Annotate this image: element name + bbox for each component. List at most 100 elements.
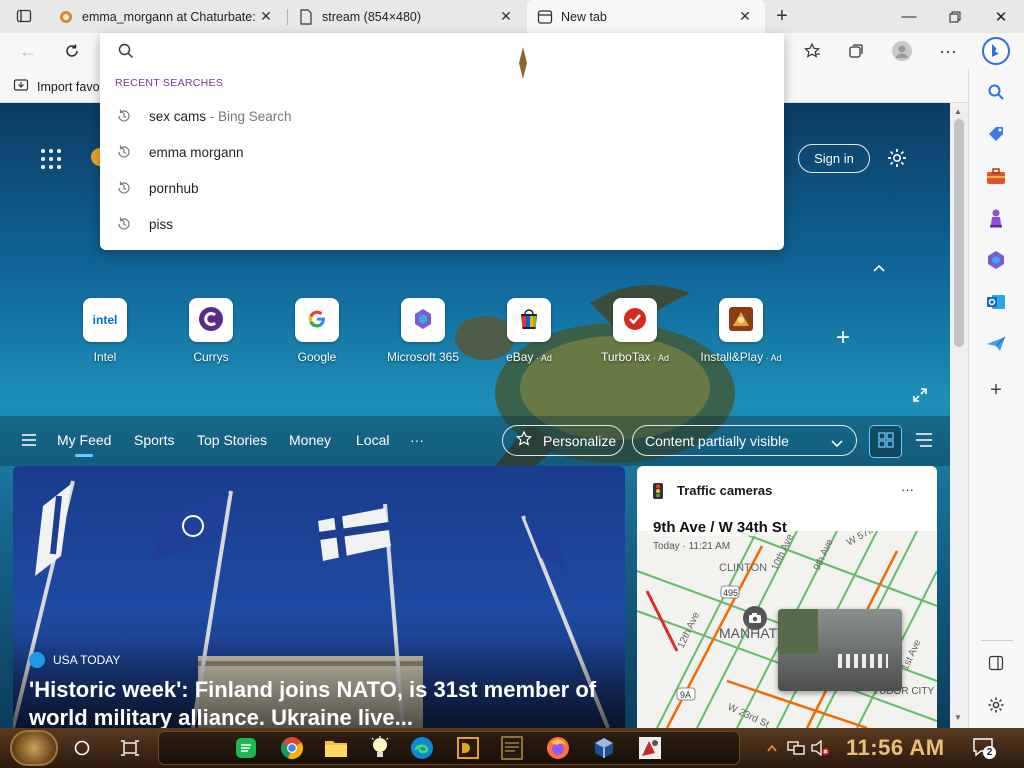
address-input[interactable] bbox=[144, 39, 764, 63]
scroll-down-arrow-icon[interactable]: ▼ bbox=[954, 713, 962, 722]
list-layout-icon[interactable] bbox=[916, 433, 932, 450]
quick-link-google[interactable]: Google bbox=[272, 298, 362, 364]
quick-link-intel[interactable]: intel Intel bbox=[60, 298, 150, 364]
network-icon[interactable] bbox=[784, 734, 808, 762]
m365-icon bbox=[411, 307, 435, 334]
tab-actions-icon[interactable] bbox=[10, 2, 38, 30]
hero-headline[interactable]: 'Historic week': Finland joins NATO, is … bbox=[29, 676, 619, 728]
suggestion-item[interactable]: pornhub bbox=[100, 170, 784, 206]
traffic-title: Traffic cameras bbox=[677, 483, 773, 498]
hide-sidebar-icon[interactable] bbox=[985, 652, 1007, 674]
suggestion-item[interactable]: emma morgann bbox=[100, 134, 784, 170]
suggestion-item[interactable]: piss bbox=[100, 206, 784, 242]
intel-icon: intel bbox=[92, 313, 118, 327]
tools-briefcase-icon[interactable] bbox=[985, 165, 1007, 187]
lightbulb-app-icon[interactable] bbox=[366, 734, 394, 762]
suggestion-item[interactable]: sex cams - Bing Search bbox=[100, 98, 784, 134]
camera-pin-icon[interactable] bbox=[743, 606, 767, 630]
suggestion-text: sex cams bbox=[149, 108, 207, 124]
address-bar[interactable] bbox=[100, 33, 784, 79]
start-button[interactable] bbox=[10, 730, 58, 766]
grid-layout-button[interactable] bbox=[869, 425, 902, 458]
quick-link-microsoft-365[interactable]: Microsoft 365 bbox=[378, 298, 468, 364]
shopping-tag-icon[interactable] bbox=[985, 123, 1007, 145]
feed-navigation: My Feed Sports Top Stories Money Local ·… bbox=[0, 416, 950, 466]
search-icon bbox=[118, 43, 134, 62]
notifications-icon[interactable]: 2 bbox=[972, 737, 996, 759]
file-explorer-icon[interactable] bbox=[322, 734, 350, 762]
traffic-cameras-card[interactable]: Traffic cameras ··· CLINTON MANHATTAN TU… bbox=[637, 466, 937, 728]
history-icon bbox=[116, 216, 132, 232]
close-tab-icon[interactable]: ✕ bbox=[256, 8, 276, 25]
collections-icon[interactable] bbox=[842, 37, 870, 65]
task-view-icon[interactable] bbox=[116, 734, 144, 762]
volume-muted-icon[interactable] bbox=[808, 734, 832, 762]
camera-location: 9th Ave / W 34th St bbox=[653, 519, 787, 536]
tab-new-tab[interactable]: New tab ✕ bbox=[527, 0, 765, 33]
restore-button[interactable] bbox=[932, 0, 978, 33]
import-favorites-button[interactable]: Import favo bbox=[13, 77, 100, 96]
hamburger-menu-icon[interactable] bbox=[22, 434, 36, 449]
close-tab-icon[interactable]: ✕ bbox=[496, 8, 516, 25]
taskbar-clock[interactable]: 11:56 AM bbox=[846, 735, 945, 761]
spotify-like-app-icon[interactable] bbox=[232, 734, 260, 762]
close-window-button[interactable]: ✕ bbox=[978, 0, 1024, 33]
sidebar-search-icon[interactable] bbox=[985, 81, 1007, 103]
quick-link-currys[interactable]: Currys bbox=[166, 298, 256, 364]
firefox-icon[interactable] bbox=[544, 734, 572, 762]
chrome-icon[interactable] bbox=[278, 734, 306, 762]
collapse-chevron-icon[interactable] bbox=[872, 260, 886, 276]
scroll-up-arrow-icon[interactable]: ▲ bbox=[954, 107, 962, 116]
sidebar-settings-gear-icon[interactable] bbox=[985, 694, 1007, 716]
bing-copilot-icon[interactable] bbox=[980, 35, 1012, 67]
quick-link-ebay[interactable]: eBay · Ad bbox=[484, 298, 574, 364]
scrollbar-thumb[interactable] bbox=[954, 119, 964, 347]
back-button[interactable]: ← bbox=[14, 37, 42, 65]
card-more-options-icon[interactable]: ··· bbox=[901, 482, 914, 497]
tab-money[interactable]: Money bbox=[289, 432, 331, 448]
apps-launcher-icon[interactable] bbox=[40, 148, 62, 173]
personalize-button[interactable]: Personalize bbox=[502, 425, 624, 456]
tab-chaturbate[interactable]: emma_morgann at Chaturbate: l ✕ bbox=[48, 0, 286, 33]
document-app-icon[interactable] bbox=[498, 734, 526, 762]
tray-overflow-icon[interactable] bbox=[762, 734, 782, 762]
drop-send-icon[interactable] bbox=[985, 333, 1007, 355]
edge-icon[interactable] bbox=[408, 734, 436, 762]
image-editor-app-icon[interactable] bbox=[636, 734, 664, 762]
quick-link-turbotax[interactable]: TurboTax · Ad bbox=[590, 298, 680, 364]
dreamweaver-like-app-icon[interactable] bbox=[454, 734, 482, 762]
close-tab-icon[interactable]: ✕ bbox=[735, 8, 755, 25]
sign-in-button[interactable]: Sign in bbox=[798, 144, 870, 173]
hero-news-card[interactable]: USA TODAY 'Historic week': Finland joins… bbox=[13, 466, 625, 728]
virtualbox-icon[interactable] bbox=[590, 734, 618, 762]
new-tab-button[interactable]: + bbox=[768, 2, 796, 30]
search-circle-icon[interactable] bbox=[68, 734, 96, 762]
import-icon bbox=[13, 77, 29, 96]
minimize-button[interactable]: — bbox=[886, 0, 932, 33]
page-settings-gear-icon[interactable] bbox=[886, 147, 908, 172]
add-quick-link-button[interactable]: + bbox=[836, 324, 850, 352]
outlook-icon[interactable] bbox=[985, 291, 1007, 313]
sparkle-star-icon bbox=[515, 430, 533, 451]
microsoft-365-icon[interactable] bbox=[985, 249, 1007, 271]
tab-local[interactable]: Local bbox=[356, 432, 389, 448]
profile-avatar[interactable] bbox=[888, 37, 916, 65]
expand-icon[interactable] bbox=[912, 387, 928, 406]
tab-my-feed[interactable]: My Feed bbox=[57, 432, 111, 457]
more-tabs-button[interactable]: ··· bbox=[410, 432, 424, 448]
map-route-shield: 9A bbox=[680, 690, 691, 700]
tab-stream[interactable]: stream (854×480) ✕ bbox=[288, 0, 526, 33]
content-visibility-dropdown[interactable]: Content partially visible bbox=[632, 425, 857, 456]
favorites-star-icon[interactable] bbox=[798, 37, 826, 65]
personalize-label: Personalize bbox=[543, 432, 617, 449]
games-chess-icon[interactable] bbox=[985, 207, 1007, 229]
refresh-button[interactable] bbox=[58, 37, 86, 65]
add-sidebar-app-button[interactable]: + bbox=[985, 379, 1007, 401]
settings-more-icon[interactable]: ··· bbox=[934, 37, 962, 65]
camera-snapshot-image[interactable] bbox=[778, 609, 902, 691]
page-scrollbar[interactable]: ▲ ▼ bbox=[950, 103, 968, 728]
tab-sports[interactable]: Sports bbox=[134, 432, 174, 448]
tab-title: emma_morgann at Chaturbate: l bbox=[82, 9, 256, 24]
quick-link-install-play[interactable]: Install&Play · Ad bbox=[696, 298, 786, 364]
tab-top-stories[interactable]: Top Stories bbox=[197, 432, 267, 448]
